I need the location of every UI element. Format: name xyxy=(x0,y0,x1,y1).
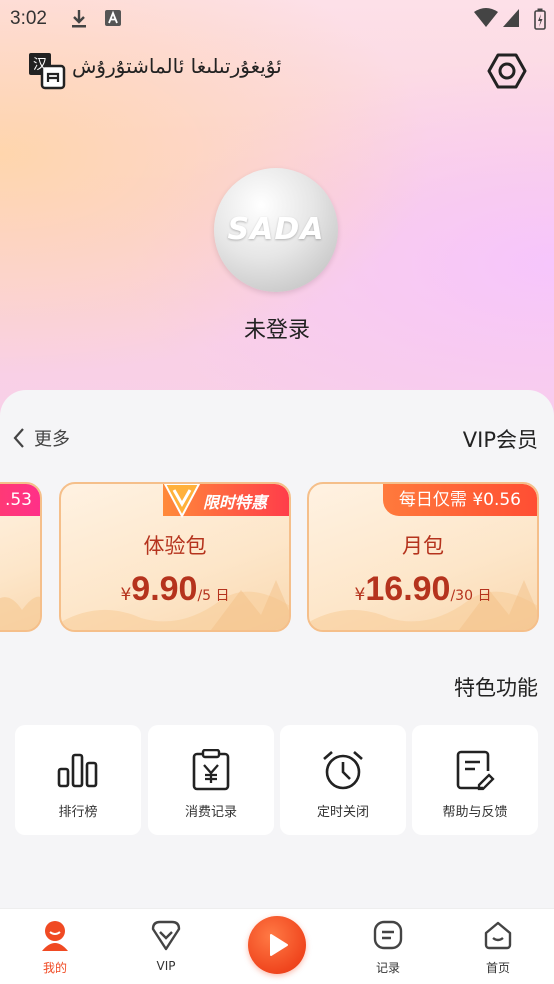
avatar-logo: SADA xyxy=(227,212,325,247)
settings-button[interactable] xyxy=(486,50,528,92)
feature-sleep-timer[interactable]: 定时关闭 xyxy=(280,725,406,835)
daily-price-badge: 每日仅需 ¥0.56 xyxy=(382,484,537,516)
plan-price: ¥16.90/30 日 xyxy=(309,570,537,609)
player-button[interactable] xyxy=(248,916,306,974)
features-section-title: 特色功能 xyxy=(454,676,538,700)
price-amount: 16.90 xyxy=(365,570,451,608)
feedback-icon xyxy=(456,750,495,791)
price-currency: ¥ xyxy=(120,585,132,605)
plan-name: 体验包 xyxy=(143,534,207,558)
more-link[interactable]: 更多 xyxy=(12,424,70,452)
feature-label: 消费记录 xyxy=(184,805,237,820)
vip-section-title: VIP会员 xyxy=(462,428,538,452)
svg-text:汉: 汉 xyxy=(33,57,47,73)
feature-purchase-history[interactable]: 消费记录 xyxy=(148,725,274,835)
more-label: 更多 xyxy=(34,429,70,450)
feature-label: 定时关闭 xyxy=(316,805,369,820)
status-bar: 3:02 xyxy=(0,0,554,38)
limited-offer-badge: 限时特惠 xyxy=(163,484,289,518)
status-time: 3:02 xyxy=(10,8,47,29)
tab-vip[interactable]: VIP xyxy=(126,909,206,984)
record-icon xyxy=(373,920,403,950)
translate-icon: 汉 xyxy=(29,53,66,90)
home-icon xyxy=(484,921,512,950)
tab-label: 记录 xyxy=(375,961,400,975)
vip-heart-icon xyxy=(151,920,181,951)
tab-home[interactable]: 首页 xyxy=(458,909,538,984)
settings-hexagon-icon xyxy=(487,53,527,89)
feature-label: 帮助与反馈 xyxy=(442,805,508,820)
price-period: /5 日 xyxy=(197,588,230,604)
feature-help-feedback[interactable]: 帮助与反馈 xyxy=(412,725,538,835)
vip-plan-card-monthly[interactable]: 每日仅需 ¥0.56 月包 ¥16.90/30 日 xyxy=(307,482,539,632)
limited-offer-text: 限时特惠 xyxy=(203,493,268,512)
card-decoration xyxy=(0,596,40,630)
profile-icon xyxy=(42,921,68,951)
tab-records[interactable]: 记录 xyxy=(348,909,428,984)
plan-price: ¥9.90/5 日 xyxy=(61,570,289,609)
tab-label: 首页 xyxy=(485,961,510,975)
price-currency: ¥ xyxy=(354,585,366,605)
battery-icon xyxy=(534,8,546,30)
vip-plan-card-trial[interactable]: 限时特惠 体验包 ¥9.90/5 日 xyxy=(59,482,291,632)
keyboard-a-icon xyxy=(105,10,121,26)
feature-label: 排行榜 xyxy=(58,805,98,820)
avatar[interactable]: SADA xyxy=(214,168,338,292)
price-period: /30 日 xyxy=(450,588,492,604)
tab-label: 我的 xyxy=(42,961,67,975)
chevron-left-icon xyxy=(13,428,24,448)
vip-v-icon xyxy=(163,484,201,518)
login-status[interactable]: 未登录 xyxy=(0,312,554,344)
price-amount: 9.90 xyxy=(131,570,198,608)
alarm-clock-icon xyxy=(323,751,363,790)
tab-mine[interactable]: 我的 xyxy=(15,909,95,984)
signal-icon xyxy=(503,9,519,27)
app-name: ئۇيغۇرتىلىغا ئالماشتۇرۇش xyxy=(72,54,282,78)
plan-badge-text: .53 xyxy=(4,490,32,510)
wifi-icon xyxy=(474,8,498,27)
language-switch-button[interactable]: 汉 xyxy=(28,52,66,90)
feature-ranking[interactable]: 排行榜 xyxy=(15,725,141,835)
play-icon xyxy=(270,934,288,956)
receipt-icon xyxy=(192,749,230,791)
plan-badge: .53 xyxy=(0,484,40,516)
plan-name: 月包 xyxy=(402,534,444,558)
tab-label: VIP xyxy=(156,959,176,973)
download-icon xyxy=(72,10,86,28)
vip-plan-card-partial[interactable]: .53 xyxy=(0,482,42,632)
bar-chart-icon xyxy=(57,753,98,788)
